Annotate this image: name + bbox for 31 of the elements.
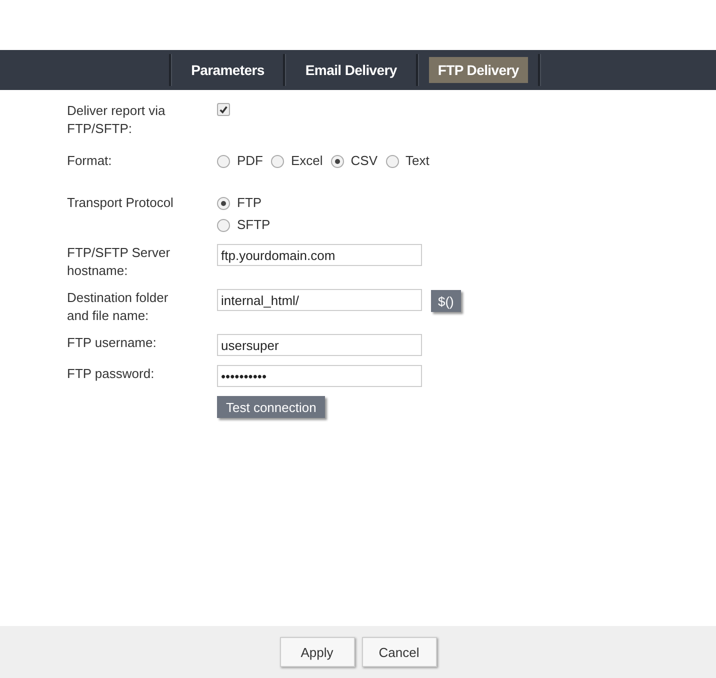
input-field[interactable]: ••••••••••	[217, 365, 422, 387]
radio-button[interactable]	[386, 154, 399, 168]
field-label: Deliver report via FTP/SFTP:	[67, 102, 166, 138]
checkbox[interactable]	[217, 103, 230, 116]
tab[interactable]: Parameters	[182, 57, 274, 83]
field-label: FTP password:	[67, 365, 156, 383]
radio-button[interactable]	[217, 154, 230, 168]
radio-button[interactable]	[271, 154, 284, 168]
tab[interactable]: Email Delivery	[296, 57, 406, 83]
radio-button[interactable]	[217, 196, 230, 210]
input-field[interactable]: ftp.yourdomain.com	[217, 244, 422, 266]
option-label: SFTP	[237, 216, 270, 234]
input-field[interactable]: usersuper	[217, 334, 422, 356]
field-label: Transport Protocol	[67, 194, 174, 212]
field-label: FTP/SFTP Server hostname:	[67, 244, 172, 280]
footer-button[interactable]: Cancel	[362, 637, 436, 667]
tab[interactable]: FTP Delivery	[428, 57, 528, 83]
input-field[interactable]: internal_html/	[217, 289, 422, 311]
field-label: Destination folder and file name:	[67, 289, 170, 325]
radio-button[interactable]	[330, 154, 344, 168]
option-label: CSV	[350, 152, 378, 170]
option-label: Excel	[291, 152, 323, 170]
field-label: Format:	[67, 152, 113, 170]
field-label: FTP username:	[67, 334, 158, 352]
footer-button[interactable]: Apply	[280, 637, 354, 667]
variable-button[interactable]: $()	[431, 290, 461, 312]
option-label: PDF	[237, 152, 263, 170]
test-connection-button[interactable]: Test connection	[217, 396, 326, 418]
option-label: FTP	[237, 194, 262, 212]
radio-button[interactable]	[217, 218, 230, 232]
option-label: Text	[406, 152, 430, 170]
